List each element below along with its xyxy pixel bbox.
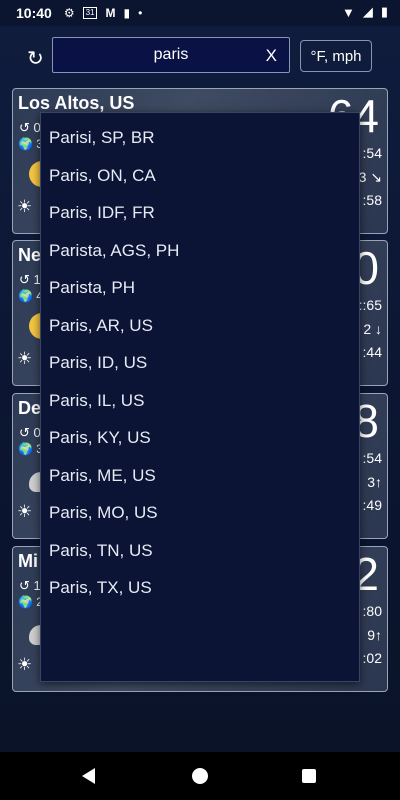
status-bar: 10:40 ⚙ 31 M ▮ • ▼ ◢ ▮: [0, 0, 400, 26]
clear-button[interactable]: X: [266, 46, 277, 66]
dot-icon: •: [138, 6, 143, 20]
suggestion-item[interactable]: Paris, TX, US: [49, 573, 349, 603]
notification-icons: ⚙ 31 M ▮ •: [64, 6, 142, 20]
card-detail: ↺ 1: [19, 578, 41, 593]
recents-icon[interactable]: [302, 769, 316, 783]
sunrise-icon: ☀: [17, 197, 33, 216]
suggestion-item[interactable]: Paris, AR, US: [49, 311, 349, 341]
home-icon[interactable]: [192, 768, 208, 784]
search-input[interactable]: [79, 45, 263, 65]
gmail-icon: M: [105, 6, 116, 20]
card-city: Mi: [18, 551, 38, 571]
city-suggestions-dropdown: Parisi, SP, BR Paris, ON, CA Paris, IDF,…: [40, 112, 360, 682]
card-value: :54: [362, 450, 382, 466]
card-value: :54: [362, 145, 382, 161]
sunrise-icon: ☀: [17, 349, 33, 368]
card-detail: ↺ 0: [19, 120, 41, 135]
units-button[interactable]: °F, mph: [300, 40, 372, 72]
card-city: De: [18, 398, 42, 418]
card-city: Los Altos, US: [18, 93, 135, 113]
suggestion-item[interactable]: Paris, TN, US: [49, 536, 349, 566]
suggestion-item[interactable]: Paris, MO, US: [49, 498, 349, 528]
navigation-bar: [0, 752, 400, 800]
card-value: :49: [362, 497, 382, 513]
card-value: 2 ↓: [363, 321, 382, 337]
suggestion-item[interactable]: Paris, IL, US: [49, 386, 349, 416]
card-value: ::65: [358, 297, 382, 313]
search-box[interactable]: X: [52, 37, 290, 73]
card-city: Ne: [18, 245, 42, 265]
card-value: 3↑: [367, 474, 382, 490]
gear-icon: ⚙: [63, 6, 75, 20]
suggestion-item[interactable]: Paris, KY, US: [49, 423, 349, 453]
sunrise-icon: ☀: [17, 502, 33, 521]
calendar-icon: 31: [82, 7, 98, 19]
card-detail: ↺ 1: [19, 272, 41, 287]
suggestion-item[interactable]: Paris, ME, US: [49, 461, 349, 491]
suggestion-item[interactable]: Paris, IDF, FR: [49, 198, 349, 228]
status-time: 10:40: [16, 5, 52, 21]
card-value: 3 ↘: [358, 169, 382, 185]
suggestion-item[interactable]: Parista, PH: [49, 273, 349, 303]
signal-icon: ◢: [362, 4, 373, 19]
refresh-icon[interactable]: ↻: [27, 46, 44, 71]
card-value: :02: [362, 650, 382, 666]
card-value: :80: [362, 603, 382, 619]
wifi-icon: ▼: [341, 4, 355, 20]
battery-icon: ▮: [380, 4, 388, 19]
system-icons: ▼ ◢ ▮: [342, 4, 388, 20]
suggestion-item[interactable]: Parisi, SP, BR: [49, 123, 349, 153]
suggestion-item[interactable]: Parista, AGS, PH: [49, 236, 349, 266]
sunrise-icon: ☀: [17, 655, 33, 674]
card-detail: ↺ 0: [19, 425, 41, 440]
card-value: 9↑: [367, 627, 382, 643]
back-icon[interactable]: [82, 768, 95, 784]
sd-card-icon: ▮: [123, 6, 131, 20]
suggestion-item[interactable]: Paris, ID, US: [49, 348, 349, 378]
suggestion-item[interactable]: Paris, ON, CA: [49, 161, 349, 191]
card-value: :58: [362, 192, 382, 208]
card-value: :44: [362, 344, 382, 360]
